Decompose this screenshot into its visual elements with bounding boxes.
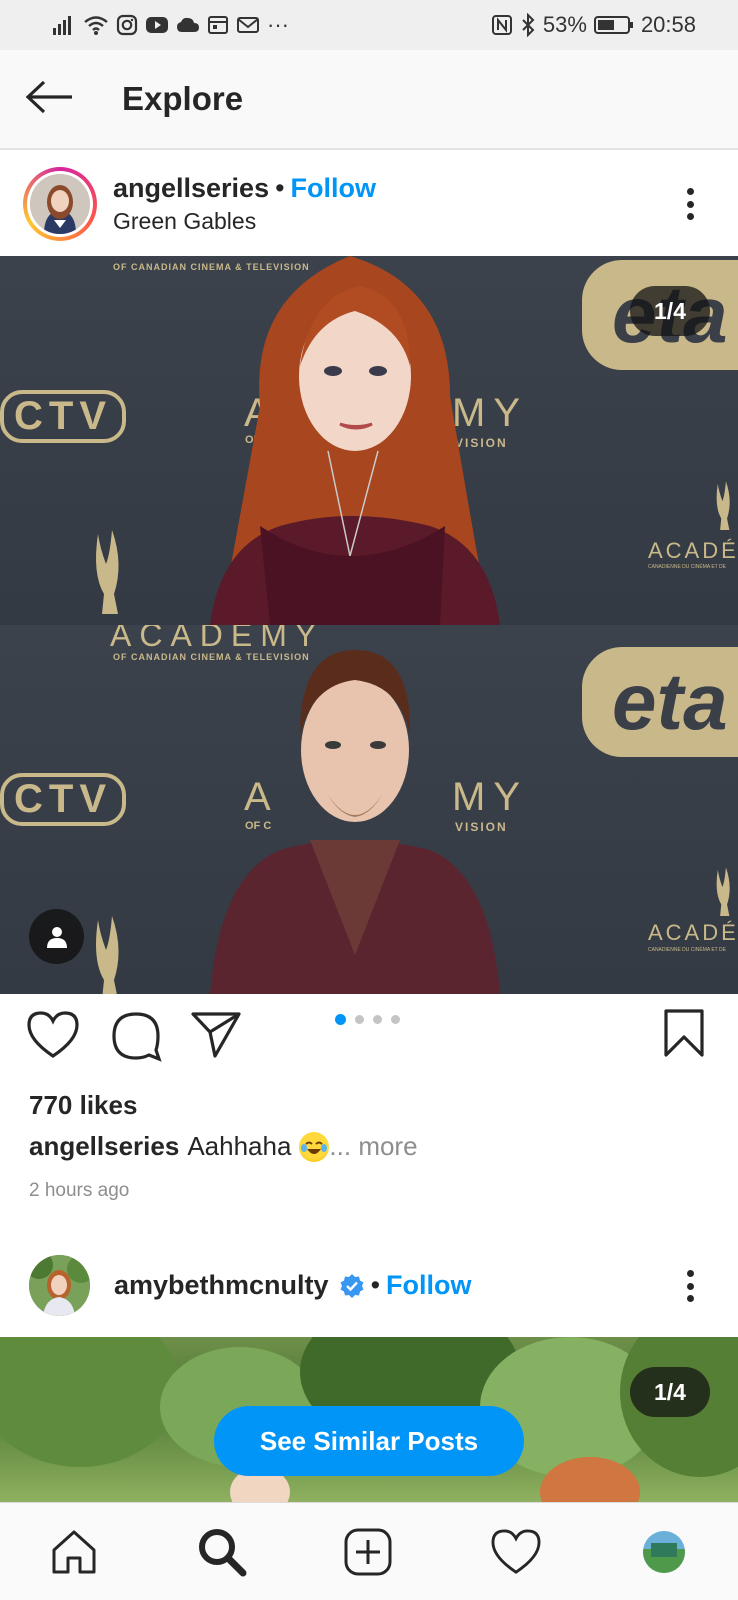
bookmark-icon	[664, 1009, 704, 1057]
backdrop-acad-right-small: CANADIENNE DU CINÉMA ET DE	[648, 947, 726, 953]
backdrop-acad-right: ACADÉ	[648, 538, 738, 563]
caption-username[interactable]: angellseries	[29, 1131, 179, 1162]
nfc-icon	[491, 14, 513, 36]
activity-heart-icon	[491, 1529, 541, 1574]
bluetooth-icon	[520, 13, 536, 37]
ctv-logo: CTV	[0, 773, 126, 826]
more-dot-icon	[686, 1270, 694, 1277]
backdrop-acad-right: ACADÉ	[648, 920, 738, 945]
carousel-indicator	[335, 1014, 400, 1025]
eta-logo: eta	[582, 647, 738, 757]
caption-text: Aahhaha	[187, 1131, 292, 1161]
post-location[interactable]: Green Gables	[113, 208, 376, 235]
status-bar-right: 53% 20:58	[491, 12, 696, 38]
follow-button[interactable]: Follow	[386, 1270, 471, 1301]
separator-dot: •	[275, 173, 285, 203]
add-post-icon	[344, 1528, 392, 1576]
more-dot-icon	[686, 188, 694, 195]
verified-badge-icon	[339, 1273, 365, 1299]
send-icon	[191, 1012, 241, 1058]
see-similar-posts-button[interactable]: See Similar Posts	[214, 1406, 524, 1476]
carousel-dot	[355, 1015, 364, 1024]
follow-button[interactable]: Follow	[291, 173, 376, 204]
calendar-icon	[207, 14, 229, 36]
nav-search[interactable]	[182, 1503, 262, 1600]
share-button[interactable]	[190, 1010, 242, 1060]
story-ring[interactable]	[23, 167, 97, 241]
wifi-icon	[83, 14, 109, 36]
app-header: Explore	[0, 50, 738, 150]
status-bar-left: ···	[52, 12, 289, 38]
post-header-text: angellseries • Follow Green Gables	[113, 173, 376, 235]
post-media-carousel[interactable]: OF CANADIAN CINEMA & TELEVISION eta CTV …	[0, 256, 738, 994]
person-photo	[210, 256, 500, 625]
separator-dot: •	[370, 1270, 381, 1300]
carousel-dot	[391, 1015, 400, 1024]
photo-panel-top: OF CANADIAN CINEMA & TELEVISION eta CTV …	[0, 256, 738, 625]
carousel-counter: 1/4	[630, 286, 710, 336]
instagram-icon	[116, 14, 138, 36]
nav-add-post[interactable]	[328, 1503, 408, 1600]
status-time: 20:58	[640, 12, 696, 37]
post-username[interactable]: angellseries	[113, 173, 269, 204]
battery-percent: 53%	[542, 12, 587, 37]
post-username[interactable]: amybethmcnulty	[114, 1270, 329, 1301]
nav-profile[interactable]	[624, 1503, 704, 1600]
tagged-people-button[interactable]	[29, 909, 84, 964]
post-header: amybethmcnulty • Follow	[0, 1234, 738, 1337]
profile-avatar	[643, 1531, 685, 1573]
gmail-icon	[236, 16, 260, 34]
back-button[interactable]	[0, 49, 100, 149]
post-timestamp: 2 hours ago	[29, 1180, 130, 1201]
comment-icon	[112, 1012, 162, 1062]
nav-home[interactable]	[34, 1503, 114, 1600]
status-more-indicator: ···	[267, 12, 289, 37]
post-header-text: amybethmcnulty • Follow	[114, 1270, 472, 1301]
search-icon	[199, 1529, 247, 1577]
trophy-logo	[96, 530, 119, 614]
cloud-icon	[176, 16, 200, 34]
laughing-emoji-icon	[299, 1131, 330, 1162]
ctv-logo: CTV	[0, 390, 126, 443]
person-photo	[210, 650, 500, 994]
comment-button[interactable]	[110, 1010, 162, 1062]
carousel-dot	[373, 1015, 382, 1024]
heart-icon	[27, 1011, 79, 1058]
back-arrow-icon	[24, 79, 76, 120]
signal-icon	[52, 14, 76, 36]
like-button[interactable]	[26, 1010, 80, 1060]
photo-panel-bottom: ACADEMY OF CANADIAN CINEMA & TELEVISION …	[0, 625, 738, 994]
battery-icon	[593, 15, 634, 35]
nav-activity[interactable]	[476, 1503, 556, 1600]
avatar[interactable]	[29, 1255, 90, 1316]
trophy-logo	[96, 916, 119, 994]
youtube-icon	[145, 15, 169, 35]
save-button[interactable]	[662, 1008, 706, 1058]
status-bar: ··· 53% 20:58	[0, 0, 738, 50]
page-title: Explore	[122, 80, 244, 117]
trophy-logo	[716, 867, 730, 917]
more-options-button[interactable]	[680, 184, 700, 224]
more-options-button[interactable]	[680, 1266, 700, 1306]
person-icon	[46, 926, 67, 948]
avatar	[30, 174, 90, 234]
likes-count[interactable]: 770 likes	[29, 1090, 137, 1121]
carousel-counter: 1/4	[630, 1367, 710, 1417]
post-caption: angellseries Aahhaha ... more	[29, 1131, 418, 1162]
home-icon	[52, 1530, 96, 1574]
trophy-logo	[716, 481, 730, 531]
post-header: angellseries • Follow Green Gables	[0, 152, 738, 256]
bottom-navigation	[0, 1502, 738, 1600]
backdrop-acad-right-small: CANADIENNE DU CINÉMA ET DE	[648, 564, 726, 570]
post-actions	[0, 994, 738, 1084]
caption-more-link[interactable]: ... more	[329, 1131, 417, 1162]
carousel-dot	[335, 1014, 346, 1025]
